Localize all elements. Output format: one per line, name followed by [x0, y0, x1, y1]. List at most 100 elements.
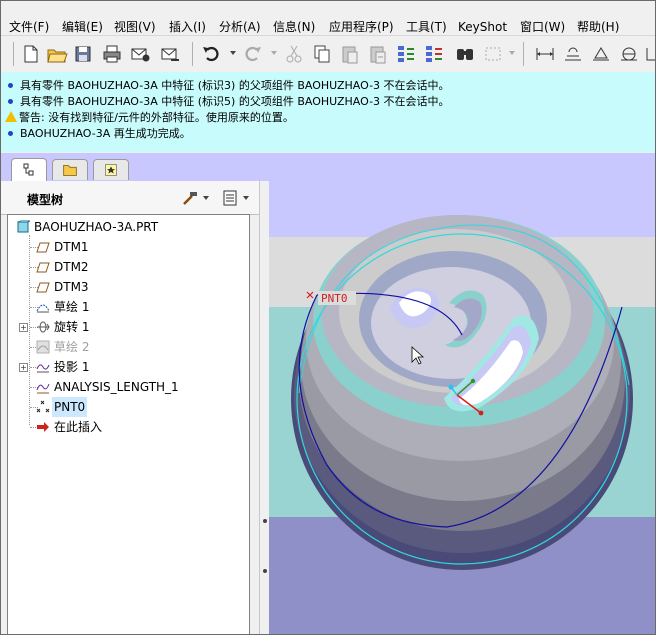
tree-item-label: DTM2 — [54, 260, 89, 274]
open-icon[interactable] — [46, 43, 68, 65]
tree-settings-dropdown-icon[interactable] — [203, 196, 209, 200]
splitter-grip-icon — [263, 519, 267, 523]
redo-icon[interactable] — [242, 43, 264, 65]
tree-columns-icon[interactable] — [221, 189, 239, 207]
sketch-suppressed-icon — [36, 340, 50, 354]
datum-plane-icon — [36, 240, 50, 254]
tree-columns-dropdown-icon[interactable] — [243, 196, 249, 200]
print-icon[interactable] — [101, 43, 123, 65]
menu-view[interactable]: 视图(V) — [114, 18, 156, 36]
toolbar — [1, 38, 655, 71]
tree-item-pnt0[interactable]: PNT0 — [8, 397, 248, 417]
tree-item-label: ANALYSIS_LENGTH_1 — [54, 380, 179, 394]
toolbar-separator — [192, 42, 193, 66]
paste-icon[interactable] — [339, 43, 361, 65]
info-bullet-icon — [8, 131, 13, 136]
new-icon[interactable] — [20, 43, 42, 65]
model-tree-header: 模型树 — [1, 181, 261, 215]
tab-folder-browser[interactable] — [52, 159, 88, 180]
datum-plane-icon — [36, 280, 50, 294]
email-link-icon[interactable] — [159, 43, 181, 65]
toolbar-separator — [523, 42, 524, 66]
undo-icon[interactable] — [200, 43, 222, 65]
message-text: 具有零件 BAOHUZHAO-3A 中特征 (标识5) 的父项组件 BAOHUZ… — [20, 95, 450, 108]
favorites-icon — [105, 164, 117, 176]
select-box-icon[interactable] — [482, 43, 504, 65]
tree-item-dtm1[interactable]: DTM1 — [8, 237, 248, 257]
tree-item-label: DTM1 — [54, 240, 89, 254]
menu-analysis[interactable]: 分析(A) — [219, 18, 261, 36]
model-canvas: PNT0 — [269, 153, 655, 634]
tree-item-analysis-length-1[interactable]: ANALYSIS_LENGTH_1 — [8, 377, 248, 397]
menu-info[interactable]: 信息(N) — [273, 18, 315, 36]
expand-icon[interactable]: + — [19, 323, 28, 332]
copy-icon[interactable] — [311, 43, 333, 65]
navigator-tabs — [1, 153, 269, 181]
menu-keyshot[interactable]: KeyShot — [458, 18, 507, 36]
csys-icon[interactable] — [644, 43, 655, 65]
menu-applications[interactable]: 应用程序(P) — [329, 18, 394, 36]
undo-dropdown-icon[interactable] — [230, 51, 236, 55]
graphics-viewport[interactable]: PNT0 — [269, 153, 655, 634]
splitter-grip-icon — [263, 569, 267, 573]
csys-axis-x-tip — [478, 410, 484, 416]
menu-bar: 文件(F) 编辑(E) 视图(V) 插入(I) 分析(A) 信息(N) 应用程序… — [1, 1, 655, 36]
tree-item-dtm2[interactable]: DTM2 — [8, 257, 248, 277]
model-tree: BAOHUZHAO-3A.PRT DTM1 DTM2 DTM3 草绘 1 + 旋… — [7, 214, 250, 634]
projection-icon — [36, 360, 50, 374]
expand-icon[interactable]: + — [19, 363, 28, 372]
message-line: 具有零件 BAOHUZHAO-3A 中特征 (标识5) 的父项组件 BAOHUZ… — [5, 94, 450, 110]
model-tree-icon — [23, 163, 34, 176]
message-text: 警告: 没有找到特征/元件的外部特征。使用原来的位置。 — [19, 111, 294, 124]
message-line: 具有零件 BAOHUZHAO-3A 中特征 (标识3) 的父项组件 BAOHUZ… — [5, 78, 450, 94]
menu-insert[interactable]: 插入(I) — [169, 18, 206, 36]
sketch-icon — [36, 300, 50, 314]
tree-item-projection-1[interactable]: + 投影 1 — [8, 357, 248, 377]
menu-window[interactable]: 窗口(W) — [520, 18, 565, 36]
axis-icon[interactable] — [590, 43, 612, 65]
cut-icon[interactable] — [283, 43, 305, 65]
app-window: 文件(F) 编辑(E) 视图(V) 插入(I) 分析(A) 信息(N) 应用程序… — [0, 0, 656, 635]
tree-root-label: BAOHUZHAO-3A.PRT — [34, 220, 159, 234]
save-icon[interactable] — [72, 43, 94, 65]
tree-settings-icon[interactable] — [181, 189, 199, 207]
tree-item-label: 草绘 2 — [54, 340, 90, 354]
message-text: 具有零件 BAOHUZHAO-3A 中特征 (标识3) 的父项组件 BAOHUZ… — [20, 79, 450, 92]
email-icon[interactable] — [129, 43, 151, 65]
menu-tools[interactable]: 工具(T) — [406, 18, 447, 36]
toolbar-separator — [13, 42, 14, 66]
info-bullet-icon — [8, 83, 13, 88]
tree-item-label: PNT0 — [52, 397, 88, 417]
tab-model-tree[interactable] — [11, 158, 47, 181]
menu-help[interactable]: 帮助(H) — [577, 18, 619, 36]
message-text: BAOHUZHAO-3A 再生成功完成。 — [20, 127, 191, 140]
dimension-icon[interactable] — [534, 43, 556, 65]
regenerate-icon[interactable] — [395, 43, 417, 65]
select-dropdown-icon[interactable] — [509, 51, 515, 55]
tree-item-insert-here[interactable]: 在此插入 — [8, 417, 248, 437]
tree-item-label: 在此插入 — [54, 420, 103, 434]
tree-root[interactable]: BAOHUZHAO-3A.PRT — [8, 217, 248, 237]
part-icon — [16, 220, 30, 234]
analysis-icon — [36, 380, 50, 394]
point-icon[interactable] — [618, 43, 640, 65]
tab-favorites[interactable] — [93, 159, 129, 180]
find-icon[interactable] — [454, 43, 476, 65]
message-line: 警告: 没有找到特征/元件的外部特征。使用原来的位置。 — [5, 110, 294, 126]
tree-item-sketch-1[interactable]: 草绘 1 — [8, 297, 248, 317]
redo-dropdown-icon[interactable] — [271, 51, 277, 55]
datum-point-icon — [36, 400, 50, 414]
plane-icon[interactable] — [562, 43, 584, 65]
regenerate-manager-icon[interactable] — [423, 43, 445, 65]
insert-here-arrow-icon — [36, 420, 50, 434]
paste-special-icon[interactable] — [367, 43, 389, 65]
tree-item-revolve-1[interactable]: + 旋转 1 — [8, 317, 248, 337]
menu-edit[interactable]: 编辑(E) — [62, 18, 103, 36]
menu-file[interactable]: 文件(F) — [9, 18, 49, 36]
message-line: BAOHUZHAO-3A 再生成功完成。 — [5, 126, 191, 142]
point-label[interactable]: PNT0 — [321, 292, 348, 305]
tree-item-dtm3[interactable]: DTM3 — [8, 277, 248, 297]
folder-icon — [63, 165, 77, 176]
model-tree-title: 模型树 — [27, 193, 64, 207]
tree-item-sketch-2[interactable]: 草绘 2 — [8, 337, 248, 357]
